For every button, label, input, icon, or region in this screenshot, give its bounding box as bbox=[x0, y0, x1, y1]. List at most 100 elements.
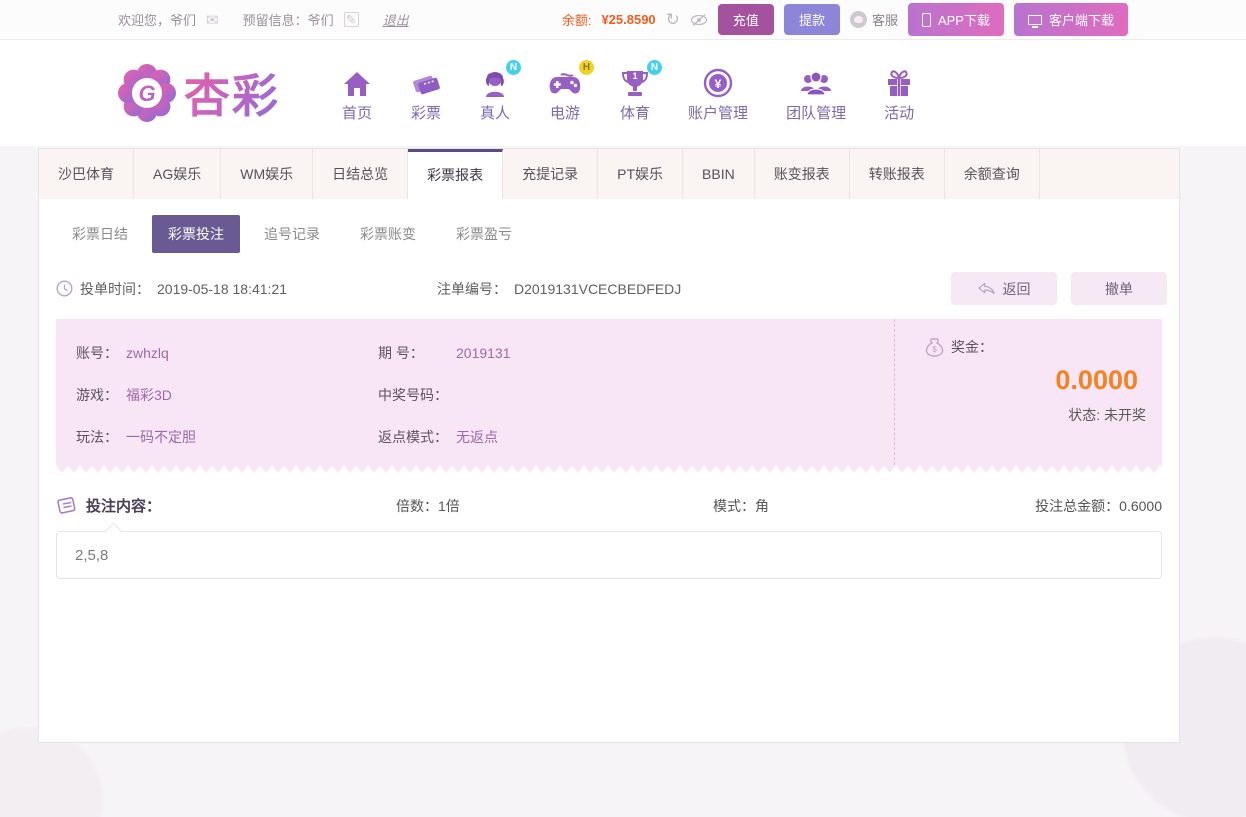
tab-label: WM娱乐 bbox=[240, 166, 293, 182]
subtab[interactable]: 彩票日结 bbox=[56, 215, 144, 253]
balance-value: ¥25.8590 bbox=[601, 12, 655, 27]
svg-text:G: G bbox=[138, 81, 155, 106]
bet-time-value: 2019-05-18 18:41:21 bbox=[157, 281, 287, 297]
nav-item-sports[interactable]: 1N 体育 bbox=[620, 64, 650, 123]
refresh-icon[interactable]: ↻ bbox=[666, 10, 680, 30]
nav-label: 活动 bbox=[884, 102, 914, 123]
rebate-mode-value: 无返点 bbox=[456, 429, 498, 445]
nav-item-games[interactable]: H 电游 bbox=[548, 64, 582, 123]
withdraw-button[interactable]: 提款 bbox=[784, 4, 840, 35]
tab[interactable]: 转账报表 bbox=[850, 149, 945, 199]
nav-label: 首页 bbox=[342, 102, 372, 123]
subtab[interactable]: 彩票盈亏 bbox=[440, 215, 528, 253]
issue-value: 2019131 bbox=[456, 345, 511, 361]
issue-label: 期 号： bbox=[378, 343, 456, 363]
trophy-icon: 1 bbox=[620, 69, 650, 98]
tab[interactable]: 沙巴体育 bbox=[39, 149, 134, 199]
nav-item-live-casino[interactable]: N 真人 bbox=[480, 64, 510, 123]
report-tabs: 沙巴体育 AG娱乐 WM娱乐 日结总览 彩票报表 充提记录 PT娱乐 BBIN 账变报表 转账报表… bbox=[39, 149, 1179, 199]
prize-value: 0.0000 bbox=[925, 365, 1146, 396]
lottery-subtabs: 彩票日结 彩票投注 追号记录 彩票账变 彩票盈亏 bbox=[56, 215, 1179, 253]
nav-item-account[interactable]: ¥ 账户管理 bbox=[688, 64, 748, 123]
clock-icon bbox=[56, 280, 73, 297]
bet-numbers-box: 2,5,8 bbox=[56, 531, 1162, 579]
customer-service-label: 客服 bbox=[872, 10, 898, 29]
site-logo[interactable]: G 杏彩 bbox=[118, 60, 280, 126]
bet-multiple: 倍数：1倍 bbox=[396, 496, 713, 516]
recharge-button[interactable]: 充值 bbox=[718, 4, 774, 35]
nav-item-team[interactable]: 团队管理 bbox=[786, 64, 846, 123]
customer-service-button[interactable]: 客服 bbox=[850, 10, 898, 29]
logout-link[interactable]: 退出 bbox=[383, 10, 409, 29]
svg-text:1: 1 bbox=[633, 71, 638, 81]
order-no-value: D2019131VCECBEDFEDJ bbox=[514, 281, 681, 297]
tab-label: 沙巴体育 bbox=[58, 166, 114, 182]
gift-icon bbox=[885, 69, 913, 98]
subtab[interactable]: 彩票账变 bbox=[344, 215, 432, 253]
account-label: 账号： bbox=[76, 343, 126, 363]
tab-label: 账变报表 bbox=[774, 166, 830, 182]
ticket-zigzag-edge bbox=[56, 465, 1162, 473]
subtab-label: 彩票账变 bbox=[360, 226, 416, 242]
tab[interactable]: PT娱乐 bbox=[598, 149, 683, 199]
balance-label: 余额: bbox=[562, 10, 592, 29]
back-arrow-icon bbox=[978, 282, 995, 295]
tab-label: 转账报表 bbox=[869, 166, 925, 182]
nav-label: 团队管理 bbox=[786, 102, 846, 123]
phone-icon bbox=[922, 13, 931, 27]
home-icon bbox=[342, 70, 372, 98]
tab[interactable]: 充提记录 bbox=[503, 149, 598, 199]
client-download-button[interactable]: 客户端下载 bbox=[1014, 3, 1128, 36]
cancel-order-label: 撤单 bbox=[1105, 279, 1133, 299]
subtab[interactable]: 彩票投注 bbox=[152, 215, 240, 253]
tab[interactable]: 账变报表 bbox=[755, 149, 850, 199]
bet-content-icon bbox=[56, 496, 78, 516]
tab-label: 余额查询 bbox=[964, 166, 1020, 182]
winning-number-label: 中奖号码： bbox=[378, 385, 456, 405]
mail-icon[interactable]: ✉ bbox=[206, 11, 219, 29]
play-label: 玩法： bbox=[76, 427, 126, 447]
welcome-text: 欢迎您，爷们 bbox=[118, 10, 196, 29]
eye-off-icon[interactable] bbox=[690, 13, 708, 27]
svg-text:¥: ¥ bbox=[715, 77, 722, 91]
tab-label: PT娱乐 bbox=[617, 166, 663, 182]
back-button[interactable]: 返回 bbox=[951, 272, 1057, 305]
app-download-button[interactable]: APP下载 bbox=[908, 3, 1004, 36]
reserved-info-text: 预留信息：爷们 bbox=[243, 10, 334, 29]
nav-label: 账户管理 bbox=[688, 102, 748, 123]
team-icon bbox=[799, 70, 833, 98]
cancel-order-button[interactable]: 撤单 bbox=[1071, 272, 1167, 305]
prize-section: $ 奖金： 0.0000 状态: 未开奖 bbox=[894, 319, 1162, 465]
tab-label: 彩票报表 bbox=[427, 167, 483, 183]
tab-label: BBIN bbox=[702, 166, 735, 182]
brand-name: 杏彩 bbox=[184, 60, 280, 126]
nav-item-promotions[interactable]: 活动 bbox=[884, 64, 914, 123]
status-label: 状态: bbox=[1068, 407, 1100, 423]
tab[interactable]: BBIN bbox=[683, 149, 755, 199]
tab-label: 日结总览 bbox=[332, 166, 388, 182]
tab-label: 充提记录 bbox=[522, 166, 578, 182]
tab[interactable]: WM娱乐 bbox=[221, 149, 313, 199]
order-info-panel: 账号：zwhzlq 游戏：福彩3D 玩法：一码不定胆 期 号：2019131 中… bbox=[56, 319, 1162, 473]
nav-label: 真人 bbox=[480, 102, 510, 123]
tab[interactable]: 日结总览 bbox=[313, 149, 408, 199]
subtab[interactable]: 追号记录 bbox=[248, 215, 336, 253]
nav-item-home[interactable]: 首页 bbox=[342, 64, 372, 123]
bet-mode: 模式：角 bbox=[713, 496, 1035, 516]
nav-item-lottery[interactable]: 彩票 bbox=[410, 64, 442, 123]
live-dealer-icon bbox=[481, 68, 509, 98]
tab[interactable]: 彩票报表 bbox=[408, 149, 503, 199]
status-value: 未开奖 bbox=[1104, 407, 1146, 423]
game-label: 游戏： bbox=[76, 385, 126, 405]
bet-time-label: 投单时间： bbox=[80, 279, 150, 299]
tab[interactable]: 余额查询 bbox=[945, 149, 1040, 199]
ticket-icon bbox=[410, 70, 442, 98]
subtab-label: 追号记录 bbox=[264, 226, 320, 242]
rebate-mode-label: 返点模式： bbox=[378, 427, 456, 447]
tab[interactable]: AG娱乐 bbox=[134, 149, 221, 199]
order-detail-header: 投单时间：2019-05-18 18:41:21 注单编号：D2019131VC… bbox=[56, 272, 1167, 305]
back-button-label: 返回 bbox=[1003, 279, 1031, 299]
money-bag-icon: $ bbox=[925, 338, 944, 357]
edit-icon[interactable]: ✎ bbox=[344, 12, 359, 27]
subtab-label: 彩票日结 bbox=[72, 226, 128, 242]
